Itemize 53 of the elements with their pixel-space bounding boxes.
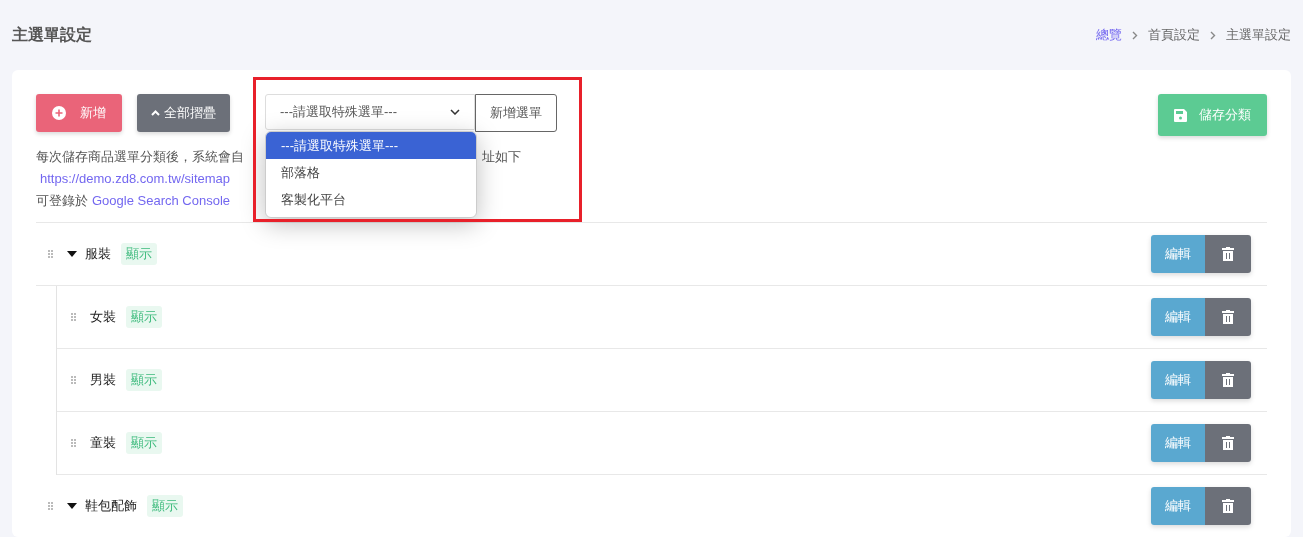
menu-item-name: 服裝: [85, 245, 111, 263]
plus-circle-icon: [52, 106, 66, 120]
menu-item-name: 男裝: [90, 371, 116, 389]
dropdown-option[interactable]: ---請選取特殊選單---: [266, 132, 476, 159]
status-badge: 顯示: [147, 495, 183, 517]
chevron-icon: [1132, 30, 1138, 40]
delete-button[interactable]: [1205, 487, 1251, 525]
breadcrumb-item: 主選單設定: [1226, 26, 1291, 44]
add-button[interactable]: 新增: [36, 94, 122, 132]
link[interactable]: Google Search Console: [92, 190, 231, 212]
status-badge: 顯示: [126, 369, 162, 391]
menu-item-name: 童裝: [90, 434, 116, 452]
menu-item-name: 女裝: [90, 308, 116, 326]
description-text: 可登錄於: [36, 192, 88, 210]
dropdown-option[interactable]: 部落格: [266, 159, 476, 186]
edit-button[interactable]: 編輯: [1151, 235, 1205, 273]
page-title: 主選單設定: [12, 24, 92, 45]
breadcrumb-item: 首頁設定: [1148, 26, 1200, 44]
link[interactable]: https://demo.zd8.com.tw/sitemap: [40, 168, 231, 190]
trash-icon: [1222, 373, 1234, 387]
description-text: 址如下: [482, 148, 521, 166]
edit-button[interactable]: 編輯: [1151, 361, 1205, 399]
status-badge: 顯示: [126, 432, 162, 454]
status-badge: 顯示: [121, 243, 157, 265]
chevron-up-icon: [151, 110, 160, 116]
status-badge: 顯示: [126, 306, 162, 328]
delete-button[interactable]: [1205, 424, 1251, 462]
breadcrumb-link[interactable]: 總覽: [1096, 26, 1122, 44]
caret-icon[interactable]: [67, 502, 77, 510]
trash-icon: [1222, 499, 1234, 513]
edit-button[interactable]: 編輯: [1151, 298, 1205, 336]
edit-button[interactable]: 編輯: [1151, 487, 1205, 525]
drag-handle-icon[interactable]: [71, 376, 76, 384]
delete-button[interactable]: [1205, 235, 1251, 273]
delete-button[interactable]: [1205, 361, 1251, 399]
special-menu-select[interactable]: ---請選取特殊選單---: [265, 94, 475, 130]
trash-icon: [1222, 247, 1234, 261]
menu-item-name: 鞋包配飾: [85, 497, 137, 515]
drag-handle-icon[interactable]: [71, 439, 76, 447]
dropdown-option[interactable]: 客製化平台: [266, 186, 476, 213]
drag-handle-icon[interactable]: [48, 250, 53, 258]
chevron-icon: [1210, 30, 1216, 40]
trash-icon: [1222, 310, 1234, 324]
drag-handle-icon[interactable]: [71, 313, 76, 321]
caret-icon[interactable]: [67, 250, 77, 258]
delete-button[interactable]: [1205, 298, 1251, 336]
add-menu-button[interactable]: 新增選單: [475, 94, 557, 132]
collapse-all-button[interactable]: 全部摺疊: [137, 94, 230, 132]
description-text: 每次儲存商品選單分類後，系統會自: [36, 148, 244, 166]
edit-button[interactable]: 編輯: [1151, 424, 1205, 462]
chevron-down-icon: [450, 109, 460, 115]
drag-handle-icon[interactable]: [48, 502, 53, 510]
trash-icon: [1222, 436, 1234, 450]
